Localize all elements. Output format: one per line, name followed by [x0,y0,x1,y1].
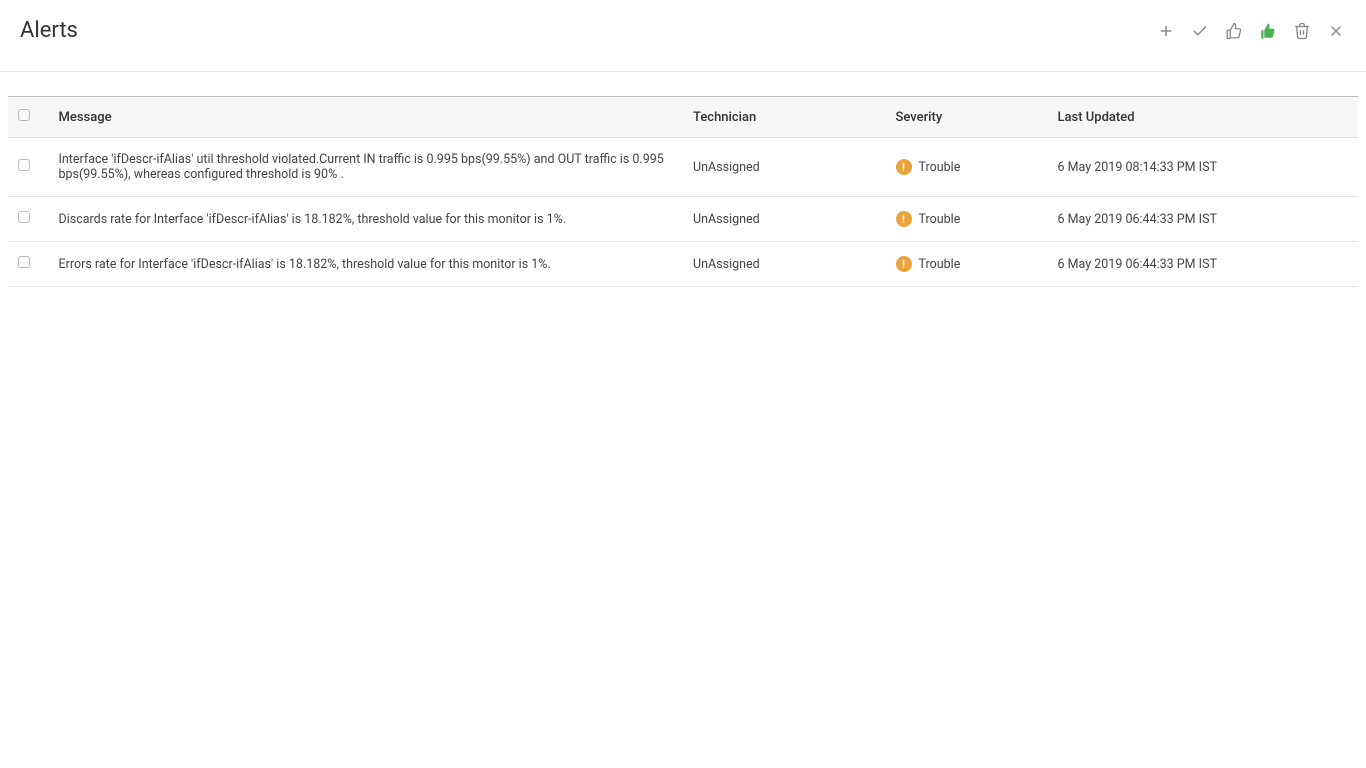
table-row[interactable]: Errors rate for Interface 'ifDescr-ifAli… [8,242,1358,287]
cell-last-updated: 6 May 2019 06:44:33 PM IST [1048,197,1359,242]
table-header-row: Message Technician Severity Last Updated [8,97,1358,138]
page-title: Alerts [20,18,78,43]
severity-label: Trouble [919,212,961,227]
column-message[interactable]: Message [49,97,684,138]
trash-icon[interactable] [1292,21,1312,41]
select-all-cell [8,97,49,138]
row-checkbox[interactable] [18,256,30,268]
table-row[interactable]: Discards rate for Interface 'ifDescr-ifA… [8,197,1358,242]
severity-label: Trouble [919,160,961,175]
page-header: Alerts [0,0,1366,72]
cell-technician: UnAssigned [683,138,886,197]
cell-technician: UnAssigned [683,242,886,287]
column-technician[interactable]: Technician [683,97,886,138]
select-all-checkbox[interactable] [18,109,30,121]
trouble-icon [896,211,912,227]
thumbs-up-filled-icon[interactable] [1258,21,1278,41]
trouble-icon [896,159,912,175]
toolbar [1156,21,1346,41]
cell-technician: UnAssigned [683,197,886,242]
alerts-table-wrap: Message Technician Severity Last Updated… [0,96,1366,287]
cell-last-updated: 6 May 2019 08:14:33 PM IST [1048,138,1359,197]
trouble-icon [896,256,912,272]
close-icon[interactable] [1326,21,1346,41]
table-row[interactable]: Interface 'ifDescr-ifAlias' util thresho… [8,138,1358,197]
severity-label: Trouble [919,257,961,272]
cell-severity: Trouble [886,138,1048,197]
cell-severity: Trouble [886,242,1048,287]
alerts-table: Message Technician Severity Last Updated… [8,96,1358,287]
column-severity[interactable]: Severity [886,97,1048,138]
cell-last-updated: 6 May 2019 06:44:33 PM IST [1048,242,1359,287]
column-last-updated[interactable]: Last Updated [1048,97,1359,138]
cell-message: Errors rate for Interface 'ifDescr-ifAli… [49,242,684,287]
cell-message: Discards rate for Interface 'ifDescr-ifA… [49,197,684,242]
cell-severity: Trouble [886,197,1048,242]
row-checkbox[interactable] [18,159,30,171]
cell-message: Interface 'ifDescr-ifAlias' util thresho… [49,138,684,197]
row-checkbox[interactable] [18,211,30,223]
check-icon[interactable] [1190,21,1210,41]
thumbs-up-outline-icon[interactable] [1224,21,1244,41]
add-icon[interactable] [1156,21,1176,41]
